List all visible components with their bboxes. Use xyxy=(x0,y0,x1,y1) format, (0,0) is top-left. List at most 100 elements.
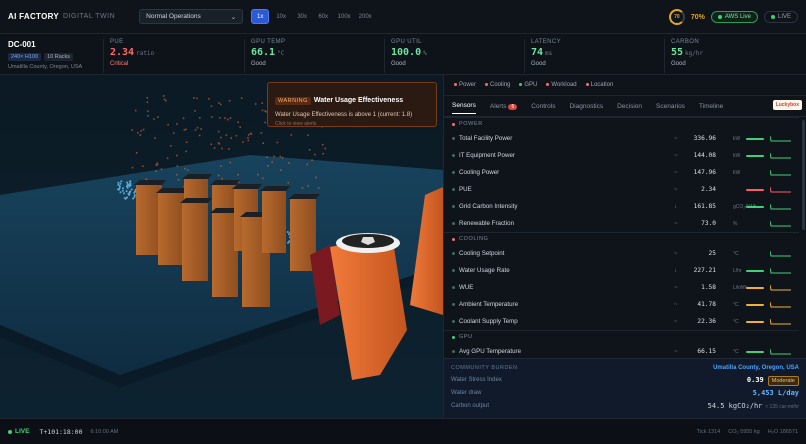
sensor-trend-icon: ↓ xyxy=(674,203,677,210)
sensor-row[interactable]: Grid Carbon Intensity ↓ 161.85 gCO₂/kWh xyxy=(444,198,799,215)
sensor-value: 144.08 xyxy=(693,152,716,159)
top-bar: AI FACTORY DIGITAL TWIN Normal Operation… xyxy=(0,0,806,34)
footer-live: LIVE xyxy=(8,428,29,435)
sensor-name: Cooling Setpoint xyxy=(459,250,505,257)
sensor-sparkline xyxy=(770,318,791,325)
sensor-list-scrollbar[interactable] xyxy=(802,120,805,230)
sensor-trend-icon: ~ xyxy=(674,284,678,291)
sensor-row[interactable]: Coolant Supply Temp ~22.36 °C xyxy=(444,313,799,330)
warning-toast[interactable]: WARNING Water Usage Effectiveness Water U… xyxy=(267,82,437,127)
footer-live-dot-icon xyxy=(8,429,12,434)
sensor-row[interactable]: Avg GPU Temperature ~66.15 °C xyxy=(444,343,799,358)
filter-workload[interactable]: Workload xyxy=(546,82,577,88)
speed-button-1x[interactable]: 1x xyxy=(251,9,270,24)
sensor-status-dot-icon xyxy=(452,269,455,272)
aws-live-pill[interactable]: AWS Live xyxy=(710,11,758,23)
site-id: DC-001 xyxy=(8,40,36,49)
metric-status: Good xyxy=(251,61,266,67)
filter-dot-icon xyxy=(546,82,550,86)
sensor-name: Cooling Power xyxy=(459,169,500,176)
sensor-row[interactable]: Cooling Power ~147.96 kW xyxy=(444,164,799,181)
metric-value: 66.1 °C xyxy=(251,47,384,58)
sensor-row[interactable]: WUE ~1.58 L/kWh xyxy=(444,279,799,296)
speed-button-10x[interactable]: 10x xyxy=(272,9,290,24)
metric-unit: kg/hr xyxy=(685,50,704,57)
sim-time: T+101:18:00 xyxy=(39,427,83,436)
aws-live-label: AWS Live xyxy=(724,14,751,20)
sensor-row[interactable]: Total Facility Power ~336.96 kW xyxy=(444,130,799,147)
sensor-status-dot-icon xyxy=(452,303,455,306)
filter-dot-icon xyxy=(485,82,489,86)
filter-label: Power xyxy=(459,82,477,88)
sensor-value: 161.85 xyxy=(693,203,716,210)
tab-diagnostics[interactable]: Diagnostics xyxy=(569,103,603,110)
sensor-row[interactable]: Renewable Fraction ~73.0% xyxy=(444,215,799,232)
metric-value: 2.34 ratio xyxy=(110,47,243,58)
live-pill[interactable]: LIVE xyxy=(763,11,798,23)
server-rack[interactable] xyxy=(260,186,290,253)
section-title: GPU xyxy=(459,334,473,340)
tab-timeline[interactable]: Timeline xyxy=(699,103,723,110)
tab-alerts[interactable]: Alerts 6 xyxy=(490,103,518,110)
section-cooling[interactable]: COOLING xyxy=(444,232,799,245)
speed-button-60x[interactable]: 60x xyxy=(314,9,332,24)
filter-gpu[interactable]: GPU xyxy=(519,82,537,88)
sensor-value: 73.0 xyxy=(701,220,716,227)
sensor-unit: °C xyxy=(733,348,739,355)
sensor-level-bar xyxy=(746,189,764,191)
metric-card-gpu-util: GPU UTIL 100.0% Good xyxy=(384,39,524,73)
sensor-row[interactable]: Water Usage Rate ↓ 227.21 L/hr xyxy=(444,262,799,279)
sensor-status-dot-icon xyxy=(452,222,455,225)
footer-live-label: LIVE xyxy=(15,428,30,435)
warning-tag: WARNING xyxy=(275,97,311,105)
filter-cooling[interactable]: Cooling xyxy=(485,82,510,88)
datacenter-3d-view[interactable]: WARNING Water Usage Effectiveness Water U… xyxy=(0,75,443,418)
filter-location[interactable]: Location xyxy=(585,82,614,88)
mode-select[interactable]: Normal Operations ⌄ xyxy=(139,9,244,24)
h2o-total: H₂O 186571 xyxy=(767,428,798,435)
server-rack[interactable] xyxy=(180,198,212,281)
sensor-trend-icon: ~ xyxy=(674,250,678,257)
speed-button-200x[interactable]: 200x xyxy=(356,9,374,24)
sensor-row[interactable]: IT Equipment Power ~144.08 kW xyxy=(444,147,799,164)
filter-power[interactable]: Power xyxy=(454,82,476,88)
sensor-trend-icon: ~ xyxy=(674,135,678,142)
site-info: DC-001 240× H100 10 Racks Umatilla Count… xyxy=(8,40,82,70)
tab-controls[interactable]: Controls xyxy=(531,103,555,110)
metric-value: 74 ms xyxy=(531,47,664,58)
alerts-count-badge: 6 xyxy=(508,103,518,110)
sensor-sparkline xyxy=(770,186,791,193)
sensor-row[interactable]: Cooling Setpoint ~25 °C xyxy=(444,245,799,262)
speed-button-100x[interactable]: 100x xyxy=(335,9,353,24)
filter-dot-icon xyxy=(454,82,457,86)
tab-decision[interactable]: Decision xyxy=(617,103,642,110)
sensor-row[interactable]: Ambient Temperature ~41.78 °C xyxy=(444,296,799,313)
speed-button-30x[interactable]: 30x xyxy=(293,9,311,24)
carbon-output-equivalent: ≈ 135 car-mi/hr xyxy=(765,404,799,410)
toast-message: Water Usage Effectiveness is above 1 (cu… xyxy=(275,112,413,118)
sensor-status-dot-icon xyxy=(452,188,455,191)
section-dot-icon xyxy=(452,335,455,339)
filter-label: Location xyxy=(590,82,614,88)
sensor-value: 2.34 xyxy=(701,186,716,193)
sensor-sparkline xyxy=(770,169,791,176)
sensor-row[interactable]: PUE ~2.34 xyxy=(444,181,799,198)
tab-scenarios[interactable]: Scenarios xyxy=(656,103,685,110)
sensor-unit: °C xyxy=(733,301,739,308)
section-power[interactable]: POWER xyxy=(444,117,799,130)
metric-status: Good xyxy=(391,61,406,67)
section-gpu[interactable]: GPU xyxy=(444,330,799,343)
water-draw-label: Water draw xyxy=(451,390,482,396)
tab-sensors[interactable]: Sensors xyxy=(452,102,476,114)
sensor-name: Grid Carbon Intensity xyxy=(459,203,518,210)
tab-label: Controls xyxy=(531,102,556,110)
water-stress-value: 0.39 xyxy=(746,376,764,384)
score-gauge-value: 70 xyxy=(674,14,680,20)
metric-status: Good xyxy=(531,61,546,67)
metric-value: 55 kg/hr xyxy=(671,47,804,58)
sensor-trend-icon: ~ xyxy=(674,348,678,355)
toast-title: Water Usage Effectiveness xyxy=(313,97,404,104)
luckybox-badge[interactable]: Luckybox xyxy=(772,100,802,110)
tab-label: Decision xyxy=(617,102,643,110)
sensor-level-bar xyxy=(746,351,764,353)
